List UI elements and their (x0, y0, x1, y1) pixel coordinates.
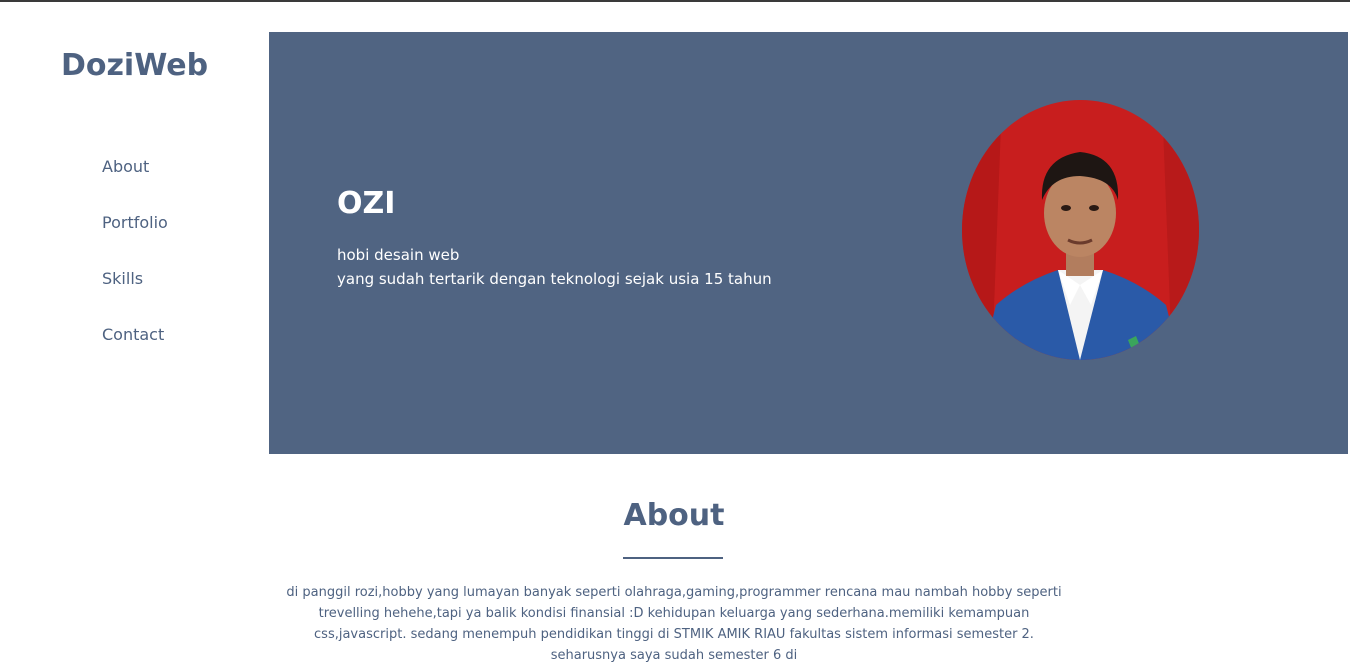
profile-photo (962, 100, 1199, 360)
about-divider (623, 557, 723, 559)
profile-photo-illustration (962, 100, 1199, 360)
about-title: About (623, 498, 725, 533)
hero-tagline: hobi desain web (337, 246, 460, 264)
hero-name: OZI (337, 186, 396, 221)
sidebar-nav: About Portfolio Skills Contact (102, 157, 168, 381)
right-eye (1089, 205, 1099, 211)
hero-section: OZI hobi desain web yang sudah tertarik … (269, 32, 1348, 454)
left-eye (1061, 205, 1071, 211)
nav-item-portfolio[interactable]: Portfolio (102, 213, 168, 269)
hero-description: yang sudah tertarik dengan teknologi sej… (337, 270, 772, 288)
nav-item-contact[interactable]: Contact (102, 325, 168, 381)
nav-item-skills[interactable]: Skills (102, 269, 168, 325)
curtain-fold-right (1162, 100, 1199, 360)
sidebar: DoziWeb About Portfolio Skills Contact (0, 2, 269, 640)
about-text: di panggil rozi,hobby yang lumayan banya… (286, 585, 1062, 663)
brand-logo[interactable]: DoziWeb (0, 48, 269, 83)
nav-item-about[interactable]: About (102, 157, 168, 213)
